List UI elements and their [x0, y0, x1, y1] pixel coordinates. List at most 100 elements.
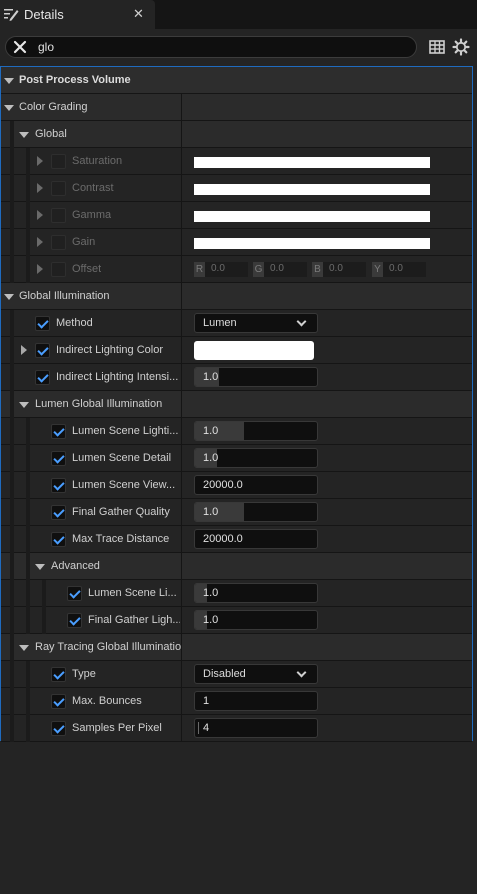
numeric-input[interactable]: 4	[194, 718, 318, 738]
section-label: Advanced	[51, 560, 100, 572]
property-label: Lumen Scene Detail	[72, 452, 172, 464]
column-divider	[181, 283, 182, 309]
numeric-input[interactable]: 20000.0	[194, 475, 318, 495]
override-checkbox[interactable]	[51, 235, 66, 250]
column-divider	[181, 688, 182, 714]
indent-guide	[26, 175, 30, 202]
column-divider	[181, 310, 182, 336]
indent-guide	[26, 499, 30, 526]
section-advanced[interactable]: Advanced	[1, 553, 472, 580]
property-label: Lumen Scene Lighti...	[72, 425, 179, 437]
indent-guide	[26, 661, 30, 688]
property-label: Indirect Lighting Color	[56, 344, 164, 356]
override-checkbox[interactable]	[51, 208, 66, 223]
column-divider	[181, 202, 182, 228]
column-divider	[181, 661, 182, 687]
numeric-input[interactable]: 20000.0	[194, 529, 318, 549]
color-value-bar[interactable]	[194, 157, 430, 168]
property-label: Offset	[72, 263, 102, 275]
override-checkbox[interactable]	[51, 154, 66, 169]
indent-guide	[10, 229, 14, 256]
tab-details[interactable]: Details ✕	[0, 0, 155, 29]
expand-arrow-icon[interactable]	[4, 294, 14, 300]
column-divider	[181, 715, 182, 741]
axis-tag: Y	[372, 262, 383, 277]
override-checkbox[interactable]	[51, 721, 66, 736]
property-row-indirect-lighting-intensity: Indirect Lighting Intensi... 1.0	[1, 364, 472, 391]
numeric-input[interactable]: 1	[194, 691, 318, 711]
axis-value: 0.0	[211, 263, 225, 274]
override-checkbox[interactable]	[51, 181, 66, 196]
section-label: Global	[35, 128, 67, 140]
indent-guide	[10, 256, 14, 283]
expand-arrow-icon[interactable]	[19, 402, 29, 408]
section-global[interactable]: Global	[1, 121, 472, 148]
expand-arrow-icon[interactable]	[4, 78, 14, 84]
color-swatch[interactable]	[194, 341, 314, 360]
expand-arrow-icon[interactable]	[19, 132, 29, 138]
override-checkbox[interactable]	[51, 505, 66, 520]
column-divider	[181, 364, 182, 390]
expand-arrow-icon[interactable]	[4, 105, 14, 111]
indent-guide	[26, 526, 30, 553]
section-lumen-global-illumination[interactable]: Lumen Global Illumination	[1, 391, 472, 418]
section-ray-tracing-global-illumination[interactable]: Ray Tracing Global Illuminatio	[1, 634, 472, 661]
property-label: Samples Per Pixel	[72, 722, 162, 734]
indent-guide	[10, 175, 14, 202]
expand-arrow-icon[interactable]	[21, 345, 27, 355]
column-divider	[181, 499, 182, 525]
section-color-grading[interactable]: Color Grading	[1, 94, 472, 121]
dropdown-value: Disabled	[203, 668, 246, 680]
override-checkbox[interactable]	[51, 262, 66, 277]
color-value-bar[interactable]	[194, 184, 430, 195]
property-label: Final Gather Ligh...	[88, 614, 180, 626]
override-checkbox[interactable]	[35, 343, 50, 358]
override-checkbox[interactable]	[51, 451, 66, 466]
expand-arrow-icon[interactable]	[37, 264, 43, 274]
color-value-bar[interactable]	[194, 238, 430, 249]
numeric-value: 1.0	[203, 506, 219, 518]
expand-arrow-icon[interactable]	[35, 564, 45, 570]
table-icon[interactable]	[428, 38, 446, 56]
override-checkbox[interactable]	[67, 586, 82, 601]
numeric-slider[interactable]: 1.0	[194, 367, 318, 387]
numeric-slider[interactable]: 1.0	[194, 610, 318, 630]
override-checkbox[interactable]	[51, 478, 66, 493]
section-global-illumination[interactable]: Global Illumination	[1, 283, 472, 310]
column-divider	[181, 229, 182, 255]
close-icon[interactable]	[12, 39, 28, 55]
override-checkbox[interactable]	[67, 613, 82, 628]
color-value-bar[interactable]	[194, 211, 430, 222]
override-checkbox[interactable]	[35, 316, 50, 331]
expand-arrow-icon[interactable]	[37, 210, 43, 220]
indent-guide	[26, 229, 30, 256]
numeric-slider[interactable]: 1.0	[194, 583, 318, 603]
property-label: Final Gather Quality	[72, 506, 170, 518]
expand-arrow-icon[interactable]	[19, 645, 29, 651]
override-checkbox[interactable]	[51, 532, 66, 547]
tab-close-icon[interactable]: ✕	[133, 6, 144, 22]
override-checkbox[interactable]	[51, 694, 66, 709]
type-dropdown[interactable]: Disabled	[194, 664, 318, 684]
property-row-max-trace-distance: Max Trace Distance 20000.0	[1, 526, 472, 553]
gear-icon[interactable]	[452, 38, 470, 56]
numeric-slider[interactable]: 1.0	[194, 502, 318, 522]
expand-arrow-icon[interactable]	[37, 156, 43, 166]
numeric-slider[interactable]: 1.0	[194, 448, 318, 468]
override-checkbox[interactable]	[51, 667, 66, 682]
expand-arrow-icon[interactable]	[37, 183, 43, 193]
indent-guide	[10, 526, 14, 553]
override-checkbox[interactable]	[51, 424, 66, 439]
property-label: Gamma	[72, 209, 112, 221]
numeric-slider[interactable]: 1.0	[194, 421, 318, 441]
override-checkbox[interactable]	[35, 370, 50, 385]
search-input[interactable]	[38, 39, 398, 55]
column-divider	[181, 553, 182, 579]
method-dropdown[interactable]: Lumen	[194, 313, 318, 333]
expand-arrow-icon[interactable]	[37, 237, 43, 247]
category-post-process-volume[interactable]: Post Process Volume	[1, 67, 472, 94]
property-label: Max. Bounces	[72, 695, 142, 707]
axis-tag: G	[253, 262, 264, 277]
indent-guide	[10, 553, 14, 580]
column-divider	[181, 256, 182, 282]
